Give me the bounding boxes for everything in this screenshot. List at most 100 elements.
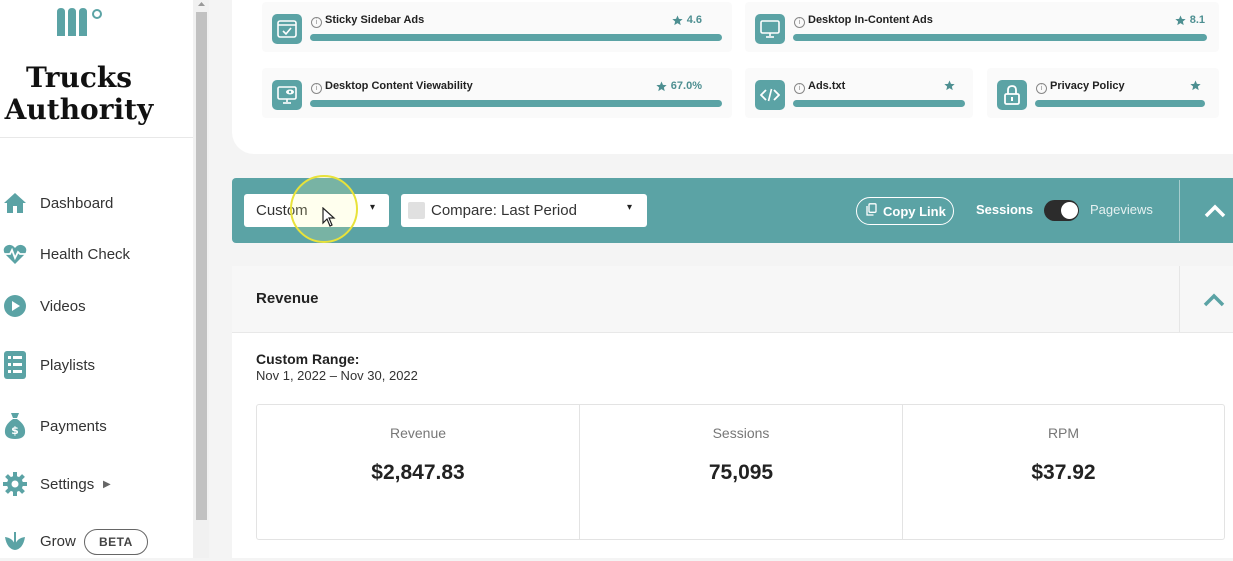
revenue-section-title: Revenue: [256, 290, 319, 307]
sidebar-item-label: Dashboard: [40, 194, 114, 212]
check-score-value: 4.6: [686, 14, 702, 26]
report-toolbar: Custom ▾ Compare: Last Period ▾ Copy Lin…: [232, 178, 1233, 243]
range-title: Custom Range:: [256, 351, 360, 367]
toggle-label-sessions[interactable]: Sessions: [976, 202, 1033, 217]
monitor-eye-icon: [272, 80, 302, 110]
sidebar-item-settings[interactable]: Settings ▶: [0, 464, 193, 504]
collapse-revenue-chevron-up-icon[interactable]: [1202, 292, 1226, 308]
brand-name[interactable]: Trucks Authority: [0, 62, 158, 126]
toggle-label-pageviews[interactable]: Pageviews: [1090, 202, 1153, 217]
section-header-divider: [1179, 266, 1180, 332]
browser-check-icon: [272, 14, 302, 44]
stat-label: Sessions: [712, 425, 770, 441]
main-content: i Sticky Sidebar Ads 4.6 i Desktop In-Co…: [210, 0, 1233, 558]
copy-link-label: Copy Link: [883, 204, 946, 219]
copy-icon: [866, 203, 877, 216]
toggle-knob: [1061, 202, 1078, 219]
stat-value: $2,847.83: [371, 461, 465, 484]
check-name: Sticky Sidebar Ads: [325, 14, 425, 26]
check-score-bar: [793, 34, 1207, 41]
revenue-stats: Revenue $2,847.83 Sessions 75,095 RPM $3…: [256, 404, 1225, 540]
sidebar-item-payments[interactable]: $ Payments: [0, 406, 193, 446]
check-item-desktop-in-content-ads[interactable]: i Desktop In-Content Ads 8.1: [745, 2, 1219, 52]
sidebar-item-health-check[interactable]: Health Check: [0, 234, 193, 274]
check-name: Desktop In-Content Ads: [808, 14, 933, 26]
home-icon: [2, 190, 28, 216]
stat-rpm: RPM $37.92: [903, 405, 1224, 539]
brand-divider: [0, 137, 193, 138]
check-score: 8.1: [1175, 14, 1205, 26]
caret-down-icon: ▾: [627, 202, 633, 213]
check-score: [944, 80, 959, 91]
logo-icon: [57, 8, 102, 36]
check-item-ads-txt[interactable]: i Ads.txt: [745, 68, 973, 118]
compare-color-swatch: [408, 202, 425, 219]
mouse-cursor-icon: [322, 207, 336, 227]
sidebar-item-label: Settings: [40, 475, 95, 493]
caret-right-icon: ▶: [103, 478, 111, 490]
sidebar-item-label: Grow: [40, 532, 76, 550]
list-icon: [2, 351, 28, 379]
revenue-section-body: Custom Range: Nov 1, 2022 – Nov 30, 2022…: [232, 333, 1233, 558]
gear-icon: [2, 471, 28, 497]
stat-label: RPM: [1047, 425, 1080, 441]
sidebar-item-videos[interactable]: Videos: [0, 286, 193, 326]
info-icon[interactable]: i: [794, 83, 805, 94]
check-score-value: 67.0%: [670, 80, 702, 92]
check-item-privacy-policy[interactable]: i Privacy Policy: [987, 68, 1219, 118]
check-score: 67.0%: [656, 80, 702, 92]
stat-value: 75,095: [708, 461, 774, 484]
stat-sessions: Sessions 75,095: [580, 405, 902, 539]
check-score-bar: [793, 100, 965, 107]
check-name: Desktop Content Viewability: [325, 80, 473, 92]
brand-line-1: Trucks: [25, 61, 133, 94]
scroll-up-arrow-icon[interactable]: [196, 0, 207, 8]
leaf-icon: [2, 528, 28, 554]
check-score-bar: [310, 34, 722, 41]
check-score-bar: [310, 100, 722, 107]
stat-revenue: Revenue $2,847.83: [257, 405, 579, 539]
star-icon: [944, 80, 955, 91]
check-score-value: 8.1: [1189, 14, 1205, 26]
compare-value: Compare: Last Period: [431, 202, 577, 219]
check-name: Ads.txt: [808, 80, 846, 92]
compare-select[interactable]: Compare: Last Period ▾: [401, 194, 647, 227]
check-score: [1190, 80, 1205, 91]
check-item-desktop-content-viewability[interactable]: i Desktop Content Viewability 67.0%: [262, 68, 732, 118]
sidebar-item-label: Playlists: [40, 356, 96, 374]
range-dates: Nov 1, 2022 – Nov 30, 2022: [256, 368, 418, 383]
sidebar-item-label: Health Check: [40, 245, 131, 263]
copy-link-button[interactable]: Copy Link: [856, 197, 954, 225]
heartbeat-icon: [2, 241, 28, 267]
sessions-pageviews-toggle[interactable]: [1044, 200, 1079, 221]
sidebar-scrollbar-thumb[interactable]: [196, 12, 207, 520]
monitor-icon: [755, 14, 785, 44]
caret-down-icon: ▾: [370, 202, 376, 213]
svg-text:$: $: [11, 424, 19, 437]
info-icon[interactable]: i: [311, 17, 322, 28]
star-icon: [656, 80, 667, 91]
sidebar-item-dashboard[interactable]: Dashboard: [0, 183, 193, 223]
collapse-toolbar-chevron-up-icon[interactable]: [1203, 203, 1227, 219]
money-bag-icon: $: [2, 413, 28, 439]
brand-line-2: Authority: [4, 93, 154, 126]
sidebar-item-playlists[interactable]: Playlists: [0, 345, 193, 385]
info-icon[interactable]: i: [1036, 83, 1047, 94]
play-circle-icon: [2, 293, 28, 319]
star-icon: [1175, 14, 1186, 25]
health-check-card: i Sticky Sidebar Ads 4.6 i Desktop In-Co…: [232, 0, 1233, 154]
stat-label: Revenue: [389, 425, 447, 441]
stat-value: $37.92: [1031, 461, 1096, 484]
sidebar: Trucks Authority Dashboard Health Check …: [0, 0, 194, 558]
check-name: Privacy Policy: [1050, 80, 1125, 92]
star-icon: [672, 14, 683, 25]
lock-icon: [997, 80, 1027, 110]
star-icon: [1190, 80, 1201, 91]
info-icon[interactable]: i: [794, 17, 805, 28]
sidebar-item-label: Videos: [40, 297, 86, 315]
sidebar-item-grow[interactable]: Grow BETA: [0, 521, 193, 561]
toolbar-divider: [1179, 180, 1180, 241]
revenue-section-header[interactable]: Revenue: [232, 266, 1233, 333]
info-icon[interactable]: i: [311, 83, 322, 94]
check-item-sticky-sidebar-ads[interactable]: i Sticky Sidebar Ads 4.6: [262, 2, 732, 52]
